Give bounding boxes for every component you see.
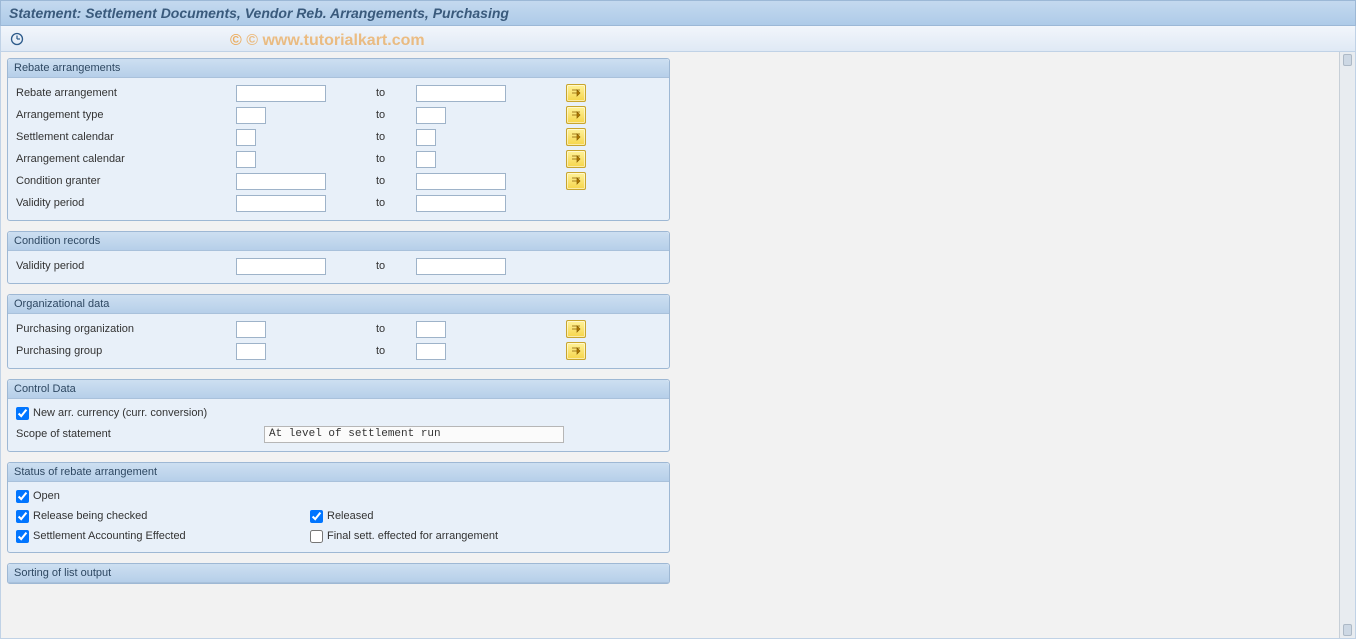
group-rebate-arrangements: Rebate arrangements Rebate arrangement t… (7, 58, 670, 221)
row-condition-granter: Condition granter to (8, 170, 669, 192)
label: Validity period (16, 197, 236, 209)
purchasing-org-to-input[interactable] (416, 321, 446, 338)
purchasing-group-to-input[interactable] (416, 343, 446, 360)
row-validity-period: Validity period to (8, 192, 669, 214)
group-title: Rebate arrangements (8, 59, 669, 78)
multi-select-icon[interactable] (566, 172, 586, 190)
to-label: to (356, 345, 416, 357)
final-sett-label: Final sett. effected for arrangement (327, 530, 498, 542)
group-control-data: Control Data New arr. currency (curr. co… (7, 379, 670, 452)
settlement-effected-checkbox[interactable] (16, 530, 29, 543)
open-label: Open (33, 490, 60, 502)
to-label: to (356, 131, 416, 143)
execute-icon[interactable] (9, 31, 25, 47)
release-checked-label: Release being checked (33, 510, 147, 522)
label: Condition granter (16, 175, 236, 187)
group-organizational-data: Organizational data Purchasing organizat… (7, 294, 670, 369)
toolbar (0, 26, 1356, 52)
release-checked-checkbox[interactable] (16, 510, 29, 523)
arrangement-type-from-input[interactable] (236, 107, 266, 124)
group-title: Organizational data (8, 295, 669, 314)
row-purchasing-org: Purchasing organization to (8, 318, 669, 340)
group-title: Control Data (8, 380, 669, 399)
to-label: to (356, 109, 416, 121)
validity-to-input[interactable] (416, 195, 506, 212)
to-label: to (356, 260, 416, 272)
group-sorting: Sorting of list output (7, 563, 670, 584)
row-cond-validity: Validity period to (8, 255, 669, 277)
row-arrangement-type: Arrangement type to (8, 104, 669, 126)
arrangement-calendar-to-input[interactable] (416, 151, 436, 168)
arrangement-calendar-from-input[interactable] (236, 151, 256, 168)
label: Arrangement type (16, 109, 236, 121)
arrangement-type-to-input[interactable] (416, 107, 446, 124)
label: Rebate arrangement (16, 87, 236, 99)
row-arrangement-calendar: Arrangement calendar to (8, 148, 669, 170)
new-arr-currency-label: New arr. currency (curr. conversion) (33, 407, 207, 419)
multi-select-icon[interactable] (566, 106, 586, 124)
row-purchasing-group: Purchasing group to (8, 340, 669, 362)
row-rebate-arrangement: Rebate arrangement to (8, 82, 669, 104)
multi-select-icon[interactable] (566, 150, 586, 168)
settlement-calendar-to-input[interactable] (416, 129, 436, 146)
settlement-effected-label: Settlement Accounting Effected (33, 530, 186, 542)
scope-of-statement-input[interactable] (264, 426, 564, 443)
row-settlement-calendar: Settlement calendar to (8, 126, 669, 148)
validity-from-input[interactable] (236, 195, 326, 212)
page-title-text: Statement: Settlement Documents, Vendor … (9, 5, 509, 21)
cond-validity-from-input[interactable] (236, 258, 326, 275)
group-title: Condition records (8, 232, 669, 251)
group-title: Status of rebate arrangement (8, 463, 669, 482)
to-label: to (356, 153, 416, 165)
multi-select-icon[interactable] (566, 320, 586, 338)
multi-select-icon[interactable] (566, 84, 586, 102)
released-checkbox[interactable] (310, 510, 323, 523)
to-label: to (356, 197, 416, 209)
label: Settlement calendar (16, 131, 236, 143)
scope-label: Scope of statement (16, 428, 264, 440)
label: Purchasing organization (16, 323, 236, 335)
rebate-arrangement-to-input[interactable] (416, 85, 506, 102)
label: Arrangement calendar (16, 153, 236, 165)
group-status: Status of rebate arrangement Open Releas… (7, 462, 670, 553)
to-label: to (356, 87, 416, 99)
to-label: to (356, 175, 416, 187)
label: Purchasing group (16, 345, 236, 357)
condition-granter-from-input[interactable] (236, 173, 326, 190)
group-title: Sorting of list output (8, 564, 669, 583)
empty-area (676, 52, 1339, 638)
rebate-arrangement-from-input[interactable] (236, 85, 326, 102)
to-label: to (356, 323, 416, 335)
new-arr-currency-checkbox[interactable] (16, 407, 29, 420)
label: Validity period (16, 260, 236, 272)
multi-select-icon[interactable] (566, 128, 586, 146)
purchasing-org-from-input[interactable] (236, 321, 266, 338)
cond-validity-to-input[interactable] (416, 258, 506, 275)
vertical-scrollbar[interactable] (1339, 52, 1355, 638)
condition-granter-to-input[interactable] (416, 173, 506, 190)
page-title: Statement: Settlement Documents, Vendor … (0, 0, 1356, 26)
multi-select-icon[interactable] (566, 342, 586, 360)
open-checkbox[interactable] (16, 490, 29, 503)
settlement-calendar-from-input[interactable] (236, 129, 256, 146)
released-label: Released (327, 510, 373, 522)
final-sett-checkbox[interactable] (310, 530, 323, 543)
purchasing-group-from-input[interactable] (236, 343, 266, 360)
group-condition-records: Condition records Validity period to (7, 231, 670, 284)
